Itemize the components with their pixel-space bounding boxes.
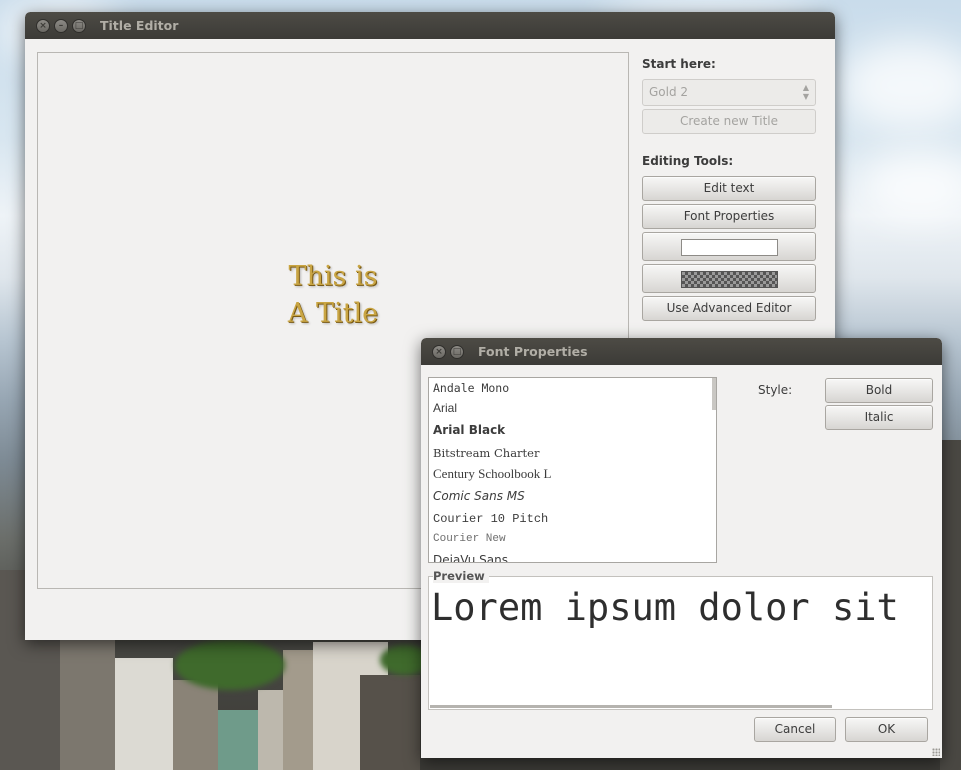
color-swatch-transparent <box>681 271 778 288</box>
editing-tools-label: Editing Tools: <box>642 154 734 168</box>
title-editor-titlebar[interactable]: × – □ Title Editor <box>25 12 835 39</box>
font-item-bitstream-charter[interactable]: Bitstream Charter <box>433 446 539 460</box>
ok-button[interactable]: OK <box>845 717 928 742</box>
background-color-button[interactable] <box>642 264 816 293</box>
font-item-dejavu-sans[interactable]: DejaVu Sans <box>433 553 508 562</box>
close-icon[interactable]: × <box>432 345 446 359</box>
template-select[interactable]: Gold 2 ▲ ▼ <box>642 79 816 106</box>
canvas-title-line1: This is <box>288 261 378 292</box>
spinner-arrows-icon: ▲ ▼ <box>802 83 809 101</box>
font-item-arial-black[interactable]: Arial Black <box>433 423 505 437</box>
font-properties-titlebar[interactable]: × □ Font Properties <box>421 338 942 365</box>
cancel-button[interactable]: Cancel <box>754 717 836 742</box>
color-swatch-white <box>681 239 778 256</box>
canvas-title-text[interactable]: This is A Title <box>38 258 628 332</box>
close-icon[interactable]: × <box>36 19 50 33</box>
font-properties-button[interactable]: Font Properties <box>642 204 816 229</box>
font-item-arial[interactable]: Arial <box>433 401 457 415</box>
canvas-title-line2: A Title <box>287 298 379 329</box>
font-item-andale-mono[interactable]: Andale Mono <box>433 381 509 395</box>
font-list-scrollbar[interactable] <box>712 378 716 410</box>
minimize-icon[interactable]: – <box>54 19 68 33</box>
dialog-title: Font Properties <box>478 344 588 359</box>
resize-grip-icon[interactable] <box>932 748 940 756</box>
bold-button[interactable]: Bold <box>825 378 933 403</box>
window-title: Title Editor <box>100 18 179 33</box>
preview-text: Lorem ipsum dolor sit <box>431 586 899 629</box>
italic-button[interactable]: Italic <box>825 405 933 430</box>
start-here-label: Start here: <box>642 57 716 71</box>
style-label: Style: <box>758 383 793 397</box>
text-color-button[interactable] <box>642 232 816 261</box>
preview-frame: Preview Lorem ipsum dolor sit <box>428 569 933 710</box>
font-item-courier-new[interactable]: Courier New <box>433 533 506 545</box>
edit-text-button[interactable]: Edit text <box>642 176 816 201</box>
font-list[interactable]: Andale Mono Arial Arial Black Bitstream … <box>428 377 717 563</box>
preview-scrollbar[interactable] <box>430 705 832 708</box>
font-item-comic-sans[interactable]: Comic Sans MS <box>433 489 525 503</box>
font-properties-dialog: × □ Font Properties Andale Mono Arial Ar… <box>421 338 942 758</box>
create-new-title-button[interactable]: Create new Title <box>642 109 816 134</box>
use-advanced-editor-button[interactable]: Use Advanced Editor <box>642 296 816 321</box>
template-select-value: Gold 2 <box>649 85 689 99</box>
preview-label: Preview <box>433 569 489 583</box>
maximize-icon[interactable]: □ <box>72 19 86 33</box>
maximize-icon[interactable]: □ <box>450 345 464 359</box>
font-item-courier-10-pitch[interactable]: Courier 10 Pitch <box>433 512 548 526</box>
font-item-century-schoolbook[interactable]: Century Schoolbook L <box>433 466 551 482</box>
